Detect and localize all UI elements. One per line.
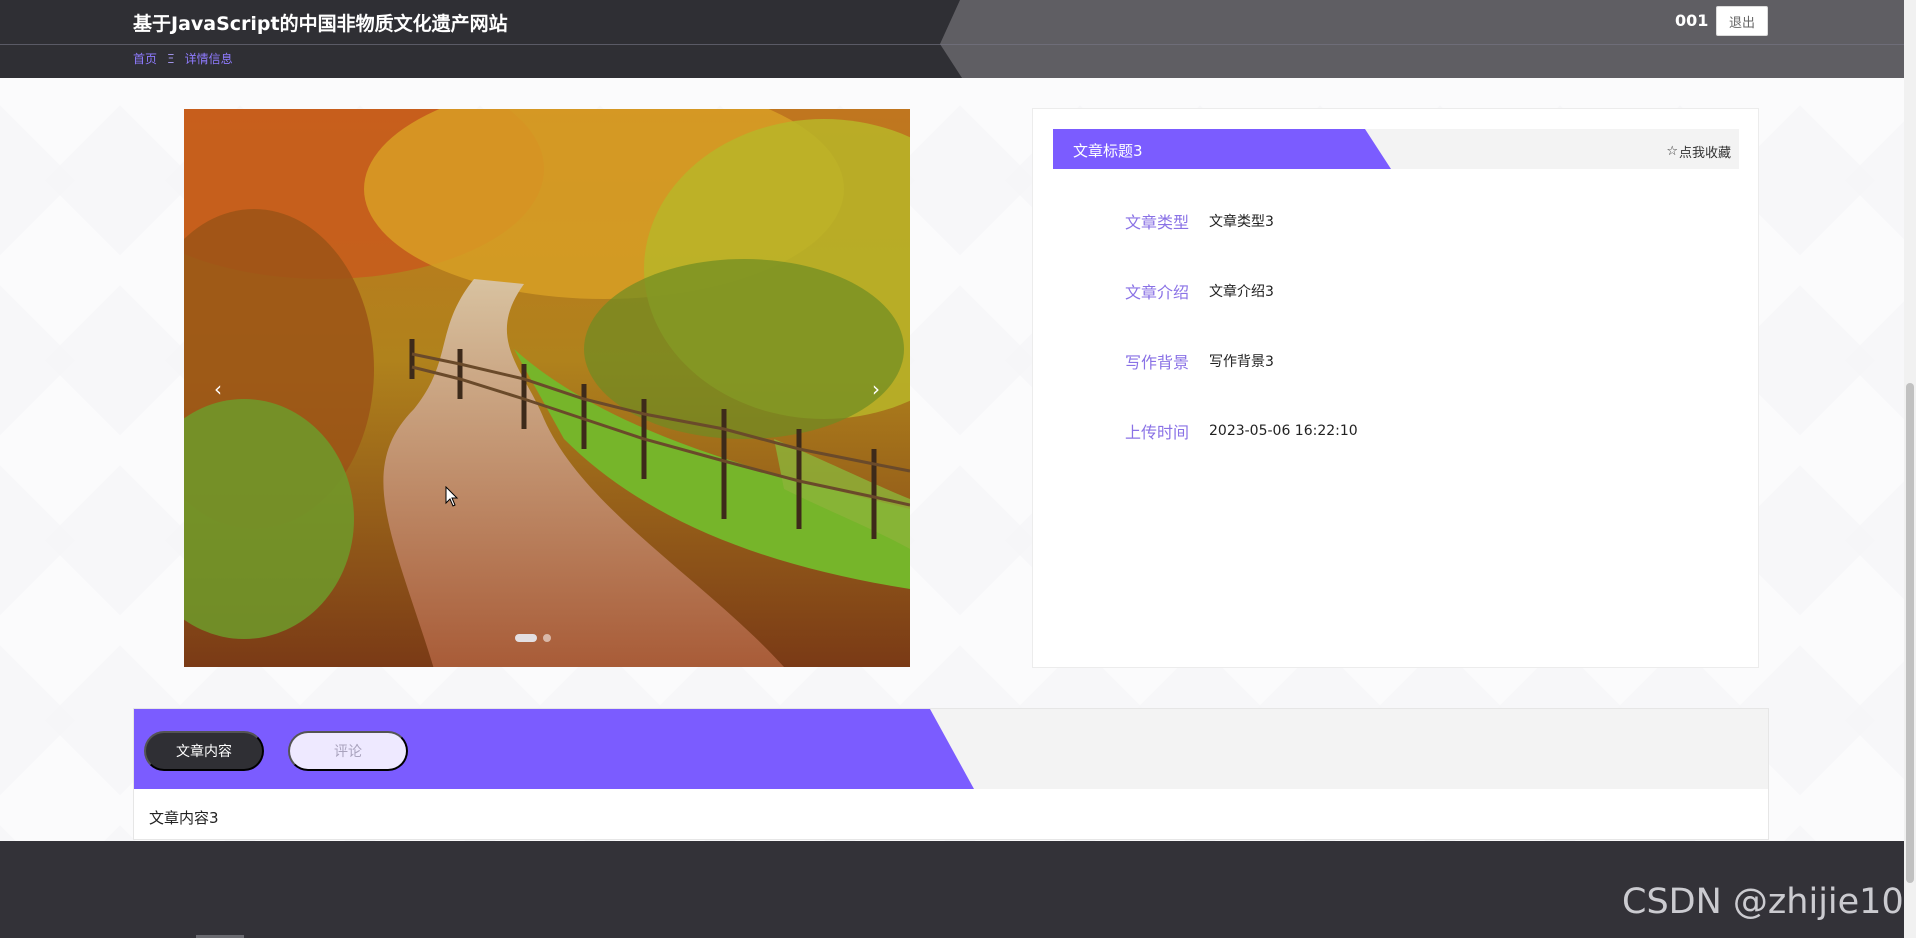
watermark: CSDN @zhijie103 <box>1622 882 1916 922</box>
info-row-background: 写作背景 写作背景3 <box>1091 349 1274 373</box>
article-content-text: 文章内容3 <box>149 809 219 827</box>
page-scrollbar[interactable] <box>1904 0 1916 938</box>
tab-article-content[interactable]: 文章内容 <box>144 731 264 771</box>
header-divider <box>0 44 1904 45</box>
carousel-dot[interactable] <box>543 634 551 642</box>
carousel-prev-icon[interactable]: ‹ <box>203 369 233 409</box>
star-icon: ☆ <box>1666 144 1678 159</box>
site-title: 基于JavaScript的中国非物质文化遗产网站 <box>133 13 508 35</box>
scrollbar-thumb[interactable] <box>1906 383 1914 883</box>
article-tabs-section: 文章内容 评论 文章内容3 <box>133 708 1769 840</box>
carousel-slide-image <box>184 109 910 667</box>
info-row-upload-time: 上传时间 2023-05-06 16:22:10 <box>1091 419 1358 443</box>
info-label: 文章类型 <box>1124 213 1189 232</box>
breadcrumb: 首页 Ξ 详情信息 <box>133 50 233 67</box>
tab-comments[interactable]: 评论 <box>288 731 408 771</box>
tabs-bar: 文章内容 评论 <box>134 709 1768 789</box>
carousel-next-icon[interactable]: › <box>861 369 891 409</box>
user-name: 001 <box>1675 11 1709 30</box>
article-title: 文章标题3 <box>1073 142 1143 160</box>
info-label: 写作背景 <box>1124 353 1189 372</box>
info-row-intro: 文章介绍 文章介绍3 <box>1091 279 1274 303</box>
logout-button[interactable]: 退出 <box>1716 6 1768 36</box>
page-footer <box>0 841 1904 938</box>
favorite-button[interactable]: ☆ 点我收藏 <box>1666 142 1731 161</box>
top-header: 基于JavaScript的中国非物质文化遗产网站 首页 Ξ 详情信息 001 退… <box>0 0 1904 78</box>
info-value: 文章类型3 <box>1209 214 1274 230</box>
image-carousel: ‹ › <box>184 109 910 667</box>
breadcrumb-current: 详情信息 <box>184 52 233 66</box>
favorite-label: 点我收藏 <box>1678 146 1731 161</box>
article-info-panel: 文章标题3 ☆ 点我收藏 文章类型 文章类型3 文章介绍 文章介绍3 写作背景 … <box>1032 108 1759 668</box>
mouse-cursor-icon <box>445 486 459 507</box>
carousel-indicators <box>515 634 551 642</box>
info-value: 写作背景3 <box>1209 354 1274 370</box>
info-value: 文章介绍3 <box>1209 284 1274 300</box>
info-value: 2023-05-06 16:22:10 <box>1209 423 1358 439</box>
carousel-dot[interactable] <box>515 634 537 642</box>
info-row-type: 文章类型 文章类型3 <box>1091 209 1274 233</box>
breadcrumb-separator-icon: Ξ <box>167 51 175 66</box>
info-label: 上传时间 <box>1124 423 1189 442</box>
breadcrumb-home[interactable]: 首页 <box>133 50 157 67</box>
info-label: 文章介绍 <box>1124 283 1189 302</box>
article-title-bar: 文章标题3 ☆ 点我收藏 <box>1053 129 1739 169</box>
